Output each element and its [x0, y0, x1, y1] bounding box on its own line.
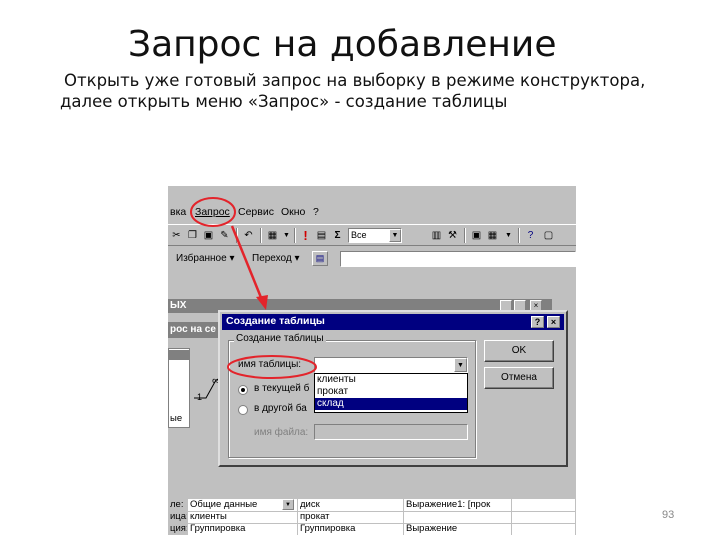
annotation-overlay: [190, 197, 317, 379]
page-number: 93: [662, 509, 675, 521]
menu-highlight-circle: [190, 197, 236, 227]
annotation-arrow-line: [230, 225, 264, 301]
annotation-arrowhead: [256, 295, 268, 310]
table-name-highlight-circle: [227, 355, 317, 379]
